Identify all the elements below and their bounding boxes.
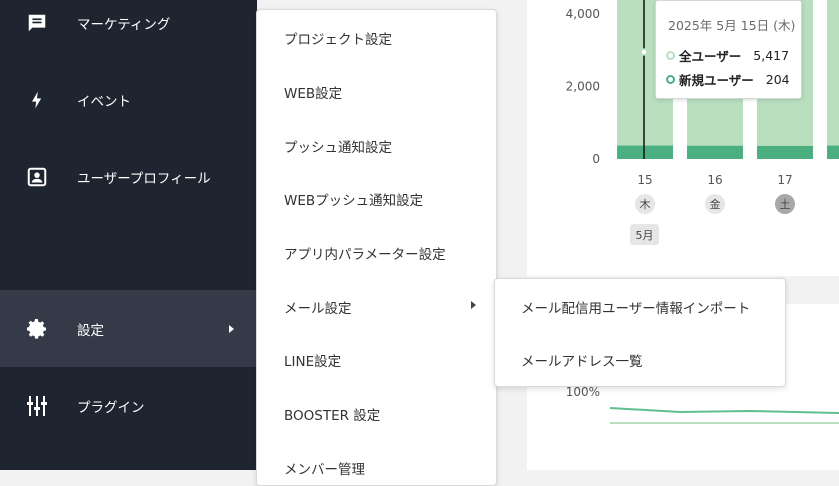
y-tick-label: 4,000 <box>566 7 600 21</box>
sliders-icon <box>25 394 49 418</box>
sidebar-item-event[interactable]: イベント <box>0 61 257 138</box>
x-tick-label: 16 <box>707 173 722 187</box>
menu-item-mail-settings[interactable]: メール設定 <box>284 297 352 317</box>
sidebar-item-plugin[interactable]: プラグイン <box>0 367 257 444</box>
sidebar-item-label: プラグイン <box>77 399 145 416</box>
sidebar-item-label: イベント <box>77 93 131 110</box>
weekday-label: 木 <box>640 198 651 211</box>
tooltip-series-value: 5,417 <box>753 48 790 63</box>
bar-all-users <box>827 0 839 159</box>
retention-y-label: 100% <box>566 385 600 399</box>
menu-item-line-settings[interactable]: LINE設定 <box>284 350 341 370</box>
tooltip-row-all-users: 全ユーザー 5,417 <box>666 46 789 65</box>
menu-item-push-settings[interactable]: プッシュ通知設定 <box>284 136 392 156</box>
lightning-icon <box>25 88 49 112</box>
x-tick-label: 17 <box>777 173 792 187</box>
sidebar-item-user-profile[interactable]: ユーザープロフィール <box>0 138 257 215</box>
legend-dot-icon <box>666 75 675 84</box>
weekday-label: 金 <box>710 197 721 211</box>
menu-item-member-management[interactable]: メンバー管理 <box>284 458 365 478</box>
retention-line-primary <box>609 407 839 414</box>
bar-new-users <box>827 145 839 159</box>
menu-item-booster-settings[interactable]: BOOSTER 設定 <box>284 404 380 424</box>
menu-item-web-settings[interactable]: WEB設定 <box>284 82 342 102</box>
submenu-item-mail-user-import[interactable]: メール配信用ユーザー情報インポート <box>521 297 750 317</box>
menu-item-project-settings[interactable]: プロジェクト設定 <box>284 28 392 48</box>
sidebar-item-label: マーケティング <box>77 16 171 33</box>
legend-dot-icon <box>666 51 675 60</box>
menu-item-web-push-settings[interactable]: WEBプッシュ通知設定 <box>284 189 423 209</box>
y-tick-label: 0 <box>592 152 600 166</box>
sidebar-item-marketing[interactable]: マーケティング <box>0 0 257 61</box>
chevron-right-icon <box>229 324 234 333</box>
settings-menu: プロジェクト設定 WEB設定 プッシュ通知設定 WEBプッシュ通知設定 アプリ内… <box>256 9 497 486</box>
profile-icon <box>25 165 49 189</box>
month-label: 5月 <box>636 229 654 242</box>
submenu-item-mail-address-list[interactable]: メールアドレス一覧 <box>521 350 643 370</box>
sidebar: マーケティング イベント ユーザープロフィール 設定 プラグイン <box>0 0 257 470</box>
bar-new-users <box>617 145 673 159</box>
sidebar-item-label: ユーザープロフィール <box>77 170 211 187</box>
tooltip-series-name: 全ユーザー <box>679 49 742 64</box>
y-tick-label: 2,000 <box>566 80 600 94</box>
sidebar-item-label: 設定 <box>77 322 104 339</box>
tooltip-series-value: 204 <box>765 72 790 87</box>
chart-tooltip: 2025年 5月 15日 (木) 全ユーザー 5,417 新規ユーザー 204 <box>655 0 802 99</box>
chevron-right-icon <box>471 301 476 309</box>
tooltip-series-name: 新規ユーザー <box>679 73 754 88</box>
gear-icon <box>25 317 49 341</box>
weekday-label: 土 <box>780 198 791 211</box>
tooltip-date: 2025年 5月 15日 (木) <box>668 18 796 33</box>
message-icon <box>25 11 49 35</box>
hover-point <box>640 48 648 56</box>
mail-settings-submenu: メール配信用ユーザー情報インポート メールアドレス一覧 <box>494 278 786 387</box>
bar-new-users <box>757 145 813 159</box>
bar-new-users <box>687 145 743 159</box>
menu-item-in-app-parameter-settings[interactable]: アプリ内パラメーター設定 <box>284 243 446 263</box>
tooltip-row-new-users: 新規ユーザー 204 <box>666 70 790 89</box>
sidebar-item-settings[interactable]: 設定 <box>0 290 257 367</box>
x-tick-label: 15 <box>637 173 652 187</box>
